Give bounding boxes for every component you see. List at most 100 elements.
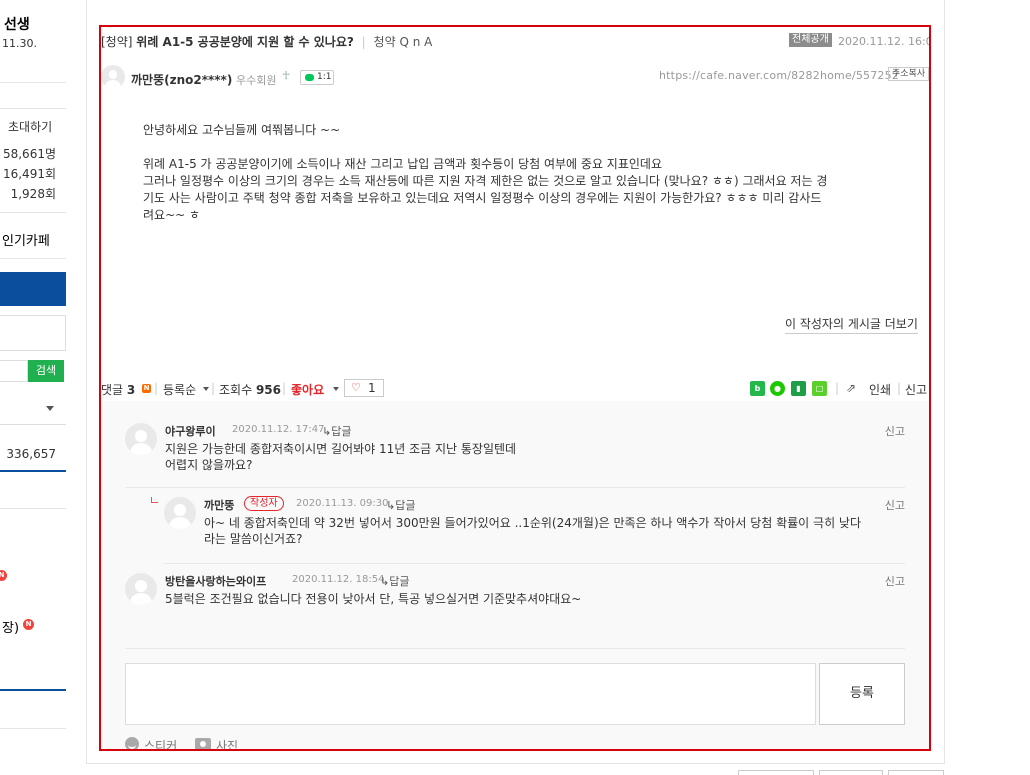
sticker-icon[interactable] (125, 737, 139, 749)
member-count-box: 336,657 (0, 440, 66, 472)
sort-label: 등록순 (163, 383, 197, 397)
sidebar-board-item[interactable]: 장) (2, 617, 19, 636)
more-posts-link[interactable]: 이 작성자의 게시글 더보기 (785, 315, 918, 334)
cafe-search-input[interactable] (0, 360, 28, 382)
cafe-since-date: 11.30. (2, 37, 37, 50)
comment-author[interactable]: 야구왕루이 (165, 423, 216, 439)
board-link[interactable]: 청약 Q n A (374, 35, 433, 49)
sticker-button[interactable]: 스티커 (144, 737, 177, 749)
avatar[interactable] (125, 573, 157, 605)
avatar[interactable] (125, 423, 157, 455)
share-blog-icon[interactable]: b (750, 381, 765, 396)
chat-bubble-icon (305, 74, 314, 81)
comment-line: 라는 말씀이신거죠? (204, 532, 303, 546)
chevron-down-icon (333, 387, 339, 391)
write-post-button[interactable] (0, 272, 66, 306)
new-badge-icon: N (142, 384, 151, 393)
comment-report-button[interactable]: 신고 (885, 573, 905, 589)
post-body: 안녕하세요 고수님들께 여쭤봅니다 ~~ 위례 A1-5 가 공공분양이기에 소… (143, 122, 895, 224)
like-label[interactable]: 좋아요 (291, 381, 324, 398)
divider (0, 728, 66, 729)
share-band-icon[interactable]: ● (770, 381, 785, 396)
comment-text: 지원은 가능한데 종합저축이시면 길어봐야 11년 조금 지난 통장일텐데 어렵… (165, 441, 516, 473)
cafe-sidebar: 선생 11.30. 초대하기 58,661명 16,491회 1,928회 인기… (0, 0, 66, 775)
comment-item: 방탄을사랑하는와이프 2020.11.12. 18:54 ↳답글 신고 5블럭은… (125, 573, 905, 613)
sort-dropdown[interactable]: 등록순 (163, 381, 196, 398)
comment-line: 아~ 네 종합저축인데 약 32번 넣어서 300만원 들어가있어요 ..1순위… (204, 516, 862, 530)
post-title: 위례 A1-5 공공분양에 지원 할 수 있나요? (136, 35, 354, 49)
divider (164, 563, 905, 564)
prev-button[interactable] (819, 770, 883, 775)
copy-url-button[interactable]: 주소복사 (888, 67, 929, 81)
comment-report-button[interactable]: 신고 (885, 423, 905, 439)
author-row: 까만뚱(zno2****) 우수회원 ☥ 1:1 https://cafe.na… (101, 65, 929, 93)
sidebar-input[interactable] (0, 315, 66, 351)
sidebar-select[interactable] (0, 397, 66, 425)
views: 조회수 956 (219, 381, 281, 398)
reply-button[interactable]: ↳답글 (322, 423, 351, 439)
reply-button[interactable]: ↳답글 (386, 497, 415, 513)
comment-textarea[interactable] (125, 663, 816, 725)
comment-line: 지원은 가능한데 종합저축이시면 길어봐야 11년 조금 지난 통장일텐데 (165, 442, 517, 456)
chevron-down-icon (203, 387, 209, 391)
next-button[interactable] (888, 770, 944, 775)
body-line: 위례 A1-5 가 공공분양이기에 소득이나 재산 그리고 납입 금액과 횟수등… (143, 157, 662, 171)
photo-button[interactable]: 사진 (216, 737, 238, 749)
report-button[interactable]: 신고 (905, 381, 927, 398)
share-keep-icon[interactable]: ▮ (791, 381, 806, 396)
like-count: 1 (368, 381, 376, 395)
member-stat: 58,661명 (2, 147, 56, 161)
comment-submit-button[interactable]: 등록 (819, 663, 905, 725)
list-button[interactable] (738, 770, 814, 775)
popular-cafe-label[interactable]: 인기카페 (2, 230, 50, 249)
chat-label: 1:1 (317, 72, 332, 82)
cafe-manager-name: 선생 (4, 17, 30, 33)
comment-item-reply: 까만뚱 작성자 2020.11.13. 09:30 ↳답글 신고 아~ 네 종합… (164, 496, 905, 553)
divider (0, 108, 66, 109)
post-stat: 1,928회 (10, 187, 56, 201)
comment-author[interactable]: 방탄을사랑하는와이프 (165, 573, 266, 589)
divider (125, 487, 905, 488)
author-name[interactable]: 까만뚱(zno2****) (131, 71, 232, 88)
body-line: 안녕하세요 고수님들께 여쭤봅니다 ~~ (143, 123, 341, 137)
post-url: https://cafe.naver.com/8282home/557252 (659, 69, 900, 82)
body-line: 기도 사는 사람이고 주택 청약 종합 저축을 보유하고 있는데요 저역시 일정… (143, 191, 822, 205)
comment-author[interactable]: 까만뚱 (204, 497, 234, 513)
comment-line: 5블럭은 조건필요 없습니다 전용이 낮아서 단, 특공 넣으실거면 기준맞추셔… (165, 592, 582, 606)
comment-date: 2020.11.13. 09:30 (296, 498, 389, 509)
writer-badge: 작성자 (244, 496, 284, 511)
like-button[interactable]: ♡ 1 (344, 379, 384, 397)
separator: | (154, 381, 159, 395)
new-badge-icon: N (0, 570, 7, 581)
share-icon[interactable]: ⇗ (846, 381, 860, 395)
member-level: 우수회원 (236, 74, 277, 87)
camera-icon[interactable] (195, 738, 211, 749)
divider (0, 212, 66, 213)
reply-arrow-icon (151, 497, 158, 503)
member-level-icon: ☥ (282, 69, 291, 82)
chat-button[interactable]: 1:1 (300, 70, 334, 85)
reply-button[interactable]: ↳답글 (380, 573, 409, 589)
invite-button[interactable]: 초대하기 (8, 118, 52, 135)
sidebar-board-label: 장) (2, 621, 20, 636)
comment-text: 아~ 네 종합저축인데 약 32번 넣어서 300만원 들어가있어요 ..1순위… (204, 515, 861, 547)
cafe-search-button[interactable]: 검색 (28, 360, 64, 382)
visit-stat: 16,491회 (2, 167, 56, 181)
comment-section: 야구왕루이 2020.11.12. 17:47 ↳답글 신고 지원은 가능한데 … (101, 401, 929, 749)
visibility-badge: 전체공개 (789, 33, 832, 47)
body-line: 그러나 일정평수 이상의 크기의 경우는 소득 재산등에 따른 지원 자격 제한… (143, 174, 828, 188)
content-frame-top (86, 0, 945, 10)
share-memo-icon[interactable]: □ (812, 381, 827, 396)
comment-toggle[interactable]: 댓글 3 (101, 381, 135, 398)
new-badge-icon: N (23, 619, 34, 630)
avatar[interactable] (101, 65, 125, 89)
comment-line: 어렵지 않을까요? (165, 458, 253, 472)
print-button[interactable]: 인쇄 (869, 381, 891, 398)
avatar[interactable] (164, 497, 196, 529)
post-date: 2020.11.12. 16:02 (838, 35, 931, 48)
separator: | (282, 381, 287, 395)
divider (0, 689, 66, 691)
separator: | (835, 381, 840, 395)
comment-report-button[interactable]: 신고 (885, 497, 905, 513)
divider (0, 258, 66, 259)
